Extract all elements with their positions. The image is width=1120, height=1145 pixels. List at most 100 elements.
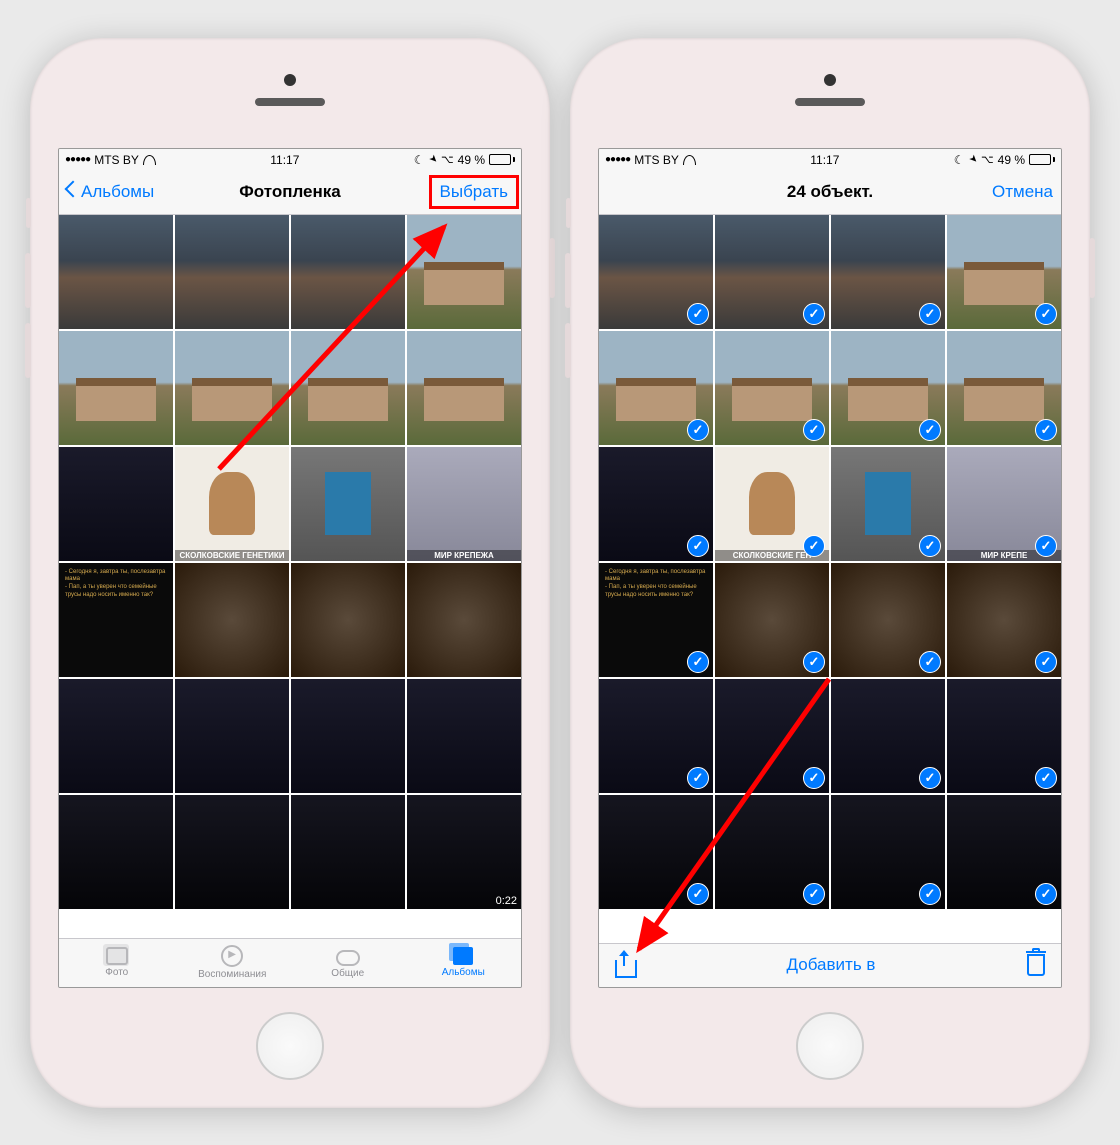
photo-thumb[interactable] — [715, 679, 829, 793]
battery-pct: 49 % — [998, 153, 1025, 167]
toolbar: Добавить в — [599, 943, 1061, 987]
screen-right: ●●●●● MTS BY 11:17 ☾ ➤ ⌥ 49 % 24 объект.… — [598, 148, 1062, 988]
signal-dots-icon: ●●●●● — [65, 154, 90, 165]
photo-thumb[interactable] — [407, 563, 521, 677]
photo-thumb[interactable] — [59, 795, 173, 909]
tab-label: Общие — [331, 968, 364, 979]
photo-thumb[interactable] — [175, 795, 289, 909]
photo-thumb[interactable] — [715, 563, 829, 677]
photo-thumb[interactable] — [291, 331, 405, 445]
thumb-caption: СКОЛКОВСКИЕ ГЕН — [715, 550, 829, 561]
tab-photos[interactable]: Фото — [59, 939, 175, 987]
photo-thumb[interactable] — [599, 795, 713, 909]
photo-grid[interactable]: СКОЛКОВСКИЕ ГЕН МИР КРЕПЕ - Сегодня я, з… — [599, 215, 1061, 943]
cancel-button[interactable]: Отмена — [992, 182, 1053, 202]
photo-thumb[interactable] — [175, 563, 289, 677]
screen-left: ●●●●● MTS BY 11:17 ☾ ➤ ⌥ 49 % Альбомы Фо… — [58, 148, 522, 988]
delete-button[interactable] — [1027, 954, 1045, 976]
thumb-caption: МИР КРЕПЕЖА — [407, 550, 521, 561]
tab-memories[interactable]: Воспоминания — [175, 939, 291, 987]
thumb-caption: СКОЛКОВСКИЕ ГЕНЕТИКИ — [175, 550, 289, 561]
photo-thumb[interactable] — [407, 679, 521, 793]
photos-icon — [106, 947, 128, 965]
tab-shared[interactable]: Общие — [290, 939, 406, 987]
add-to-button[interactable]: Добавить в — [787, 955, 876, 975]
photo-thumb[interactable] — [947, 563, 1061, 677]
moon-icon: ☾ — [414, 153, 425, 167]
photo-thumb[interactable] — [715, 795, 829, 909]
share-button[interactable] — [615, 952, 635, 978]
tab-label: Альбомы — [442, 967, 485, 978]
photo-thumb[interactable] — [715, 331, 829, 445]
photo-thumb[interactable] — [947, 215, 1061, 329]
photo-thumb[interactable] — [175, 331, 289, 445]
photo-thumb[interactable] — [407, 331, 521, 445]
trash-icon — [1027, 954, 1045, 976]
photo-thumb[interactable] — [599, 447, 713, 561]
photo-thumb[interactable]: МИР КРЕПЕ — [947, 447, 1061, 561]
status-bar: ●●●●● MTS BY 11:17 ☾ ➤ ⌥ 49 % — [59, 149, 521, 171]
photo-thumb[interactable] — [831, 563, 945, 677]
back-button[interactable]: Альбомы — [67, 182, 154, 202]
photo-thumb[interactable] — [947, 679, 1061, 793]
photo-thumb[interactable] — [59, 679, 173, 793]
photo-thumb[interactable] — [59, 447, 173, 561]
phone-left: ●●●●● MTS BY 11:17 ☾ ➤ ⌥ 49 % Альбомы Фо… — [30, 38, 550, 1108]
bluetooth-icon: ⌥ — [441, 153, 454, 166]
home-button[interactable] — [796, 1012, 864, 1080]
photo-thumb[interactable] — [831, 795, 945, 909]
photo-thumb[interactable] — [715, 215, 829, 329]
photo-thumb[interactable] — [291, 563, 405, 677]
location-icon: ➤ — [966, 153, 980, 167]
photo-thumb[interactable] — [175, 215, 289, 329]
photo-thumb[interactable] — [599, 331, 713, 445]
photo-thumb[interactable]: СКОЛКОВСКИЕ ГЕН — [715, 447, 829, 561]
nav-bar: Альбомы Фотопленка Выбрать — [59, 171, 521, 215]
status-time: 11:17 — [810, 153, 839, 167]
photo-thumb[interactable]: СКОЛКОВСКИЕ ГЕНЕТИКИ — [175, 447, 289, 561]
photo-thumb[interactable] — [599, 679, 713, 793]
status-time: 11:17 — [270, 153, 299, 167]
photo-thumb[interactable] — [291, 795, 405, 909]
wifi-icon — [683, 155, 696, 165]
battery-pct: 49 % — [458, 153, 485, 167]
photo-thumb[interactable]: МИР КРЕПЕЖА — [407, 447, 521, 561]
photo-thumb[interactable]: - Сегодня я, завтра ты, послезавтра мама… — [59, 563, 173, 677]
wifi-icon — [143, 155, 156, 165]
home-button[interactable] — [256, 1012, 324, 1080]
location-icon: ➤ — [426, 153, 440, 167]
memories-icon — [221, 945, 243, 967]
photo-thumb[interactable] — [831, 331, 945, 445]
signal-dots-icon: ●●●●● — [605, 154, 630, 165]
photo-thumb[interactable] — [175, 679, 289, 793]
photo-thumb[interactable] — [831, 447, 945, 561]
back-label: Альбомы — [81, 182, 154, 202]
photo-thumb[interactable] — [599, 215, 713, 329]
nav-bar: 24 объект. Отмена — [599, 171, 1061, 215]
tab-albums[interactable]: Альбомы — [406, 939, 522, 987]
select-button[interactable]: Выбрать — [429, 175, 519, 209]
thumb-caption: МИР КРЕПЕ — [947, 550, 1061, 561]
photo-thumb[interactable] — [291, 679, 405, 793]
video-duration: 0:22 — [496, 895, 517, 907]
photo-thumb[interactable] — [291, 447, 405, 561]
photo-thumb[interactable] — [59, 215, 173, 329]
video-thumb[interactable]: 0:22 — [407, 795, 521, 909]
tab-bar: Фото Воспоминания Общие Альбомы — [59, 938, 521, 987]
carrier-label: MTS BY — [634, 153, 679, 167]
photo-grid[interactable]: СКОЛКОВСКИЕ ГЕНЕТИКИ МИР КРЕПЕЖА - Сегод… — [59, 215, 521, 938]
chevron-left-icon — [67, 183, 79, 201]
video-thumb[interactable] — [947, 795, 1061, 909]
share-icon — [615, 952, 635, 978]
photo-thumb[interactable] — [407, 215, 521, 329]
photo-thumb[interactable] — [831, 679, 945, 793]
battery-icon — [489, 154, 515, 165]
bluetooth-icon: ⌥ — [981, 153, 994, 166]
moon-icon: ☾ — [954, 153, 965, 167]
photo-thumb[interactable] — [831, 215, 945, 329]
photo-thumb[interactable] — [59, 331, 173, 445]
battery-icon — [1029, 154, 1055, 165]
photo-thumb[interactable] — [947, 331, 1061, 445]
photo-thumb[interactable] — [291, 215, 405, 329]
photo-thumb[interactable]: - Сегодня я, завтра ты, послезавтра мама… — [599, 563, 713, 677]
